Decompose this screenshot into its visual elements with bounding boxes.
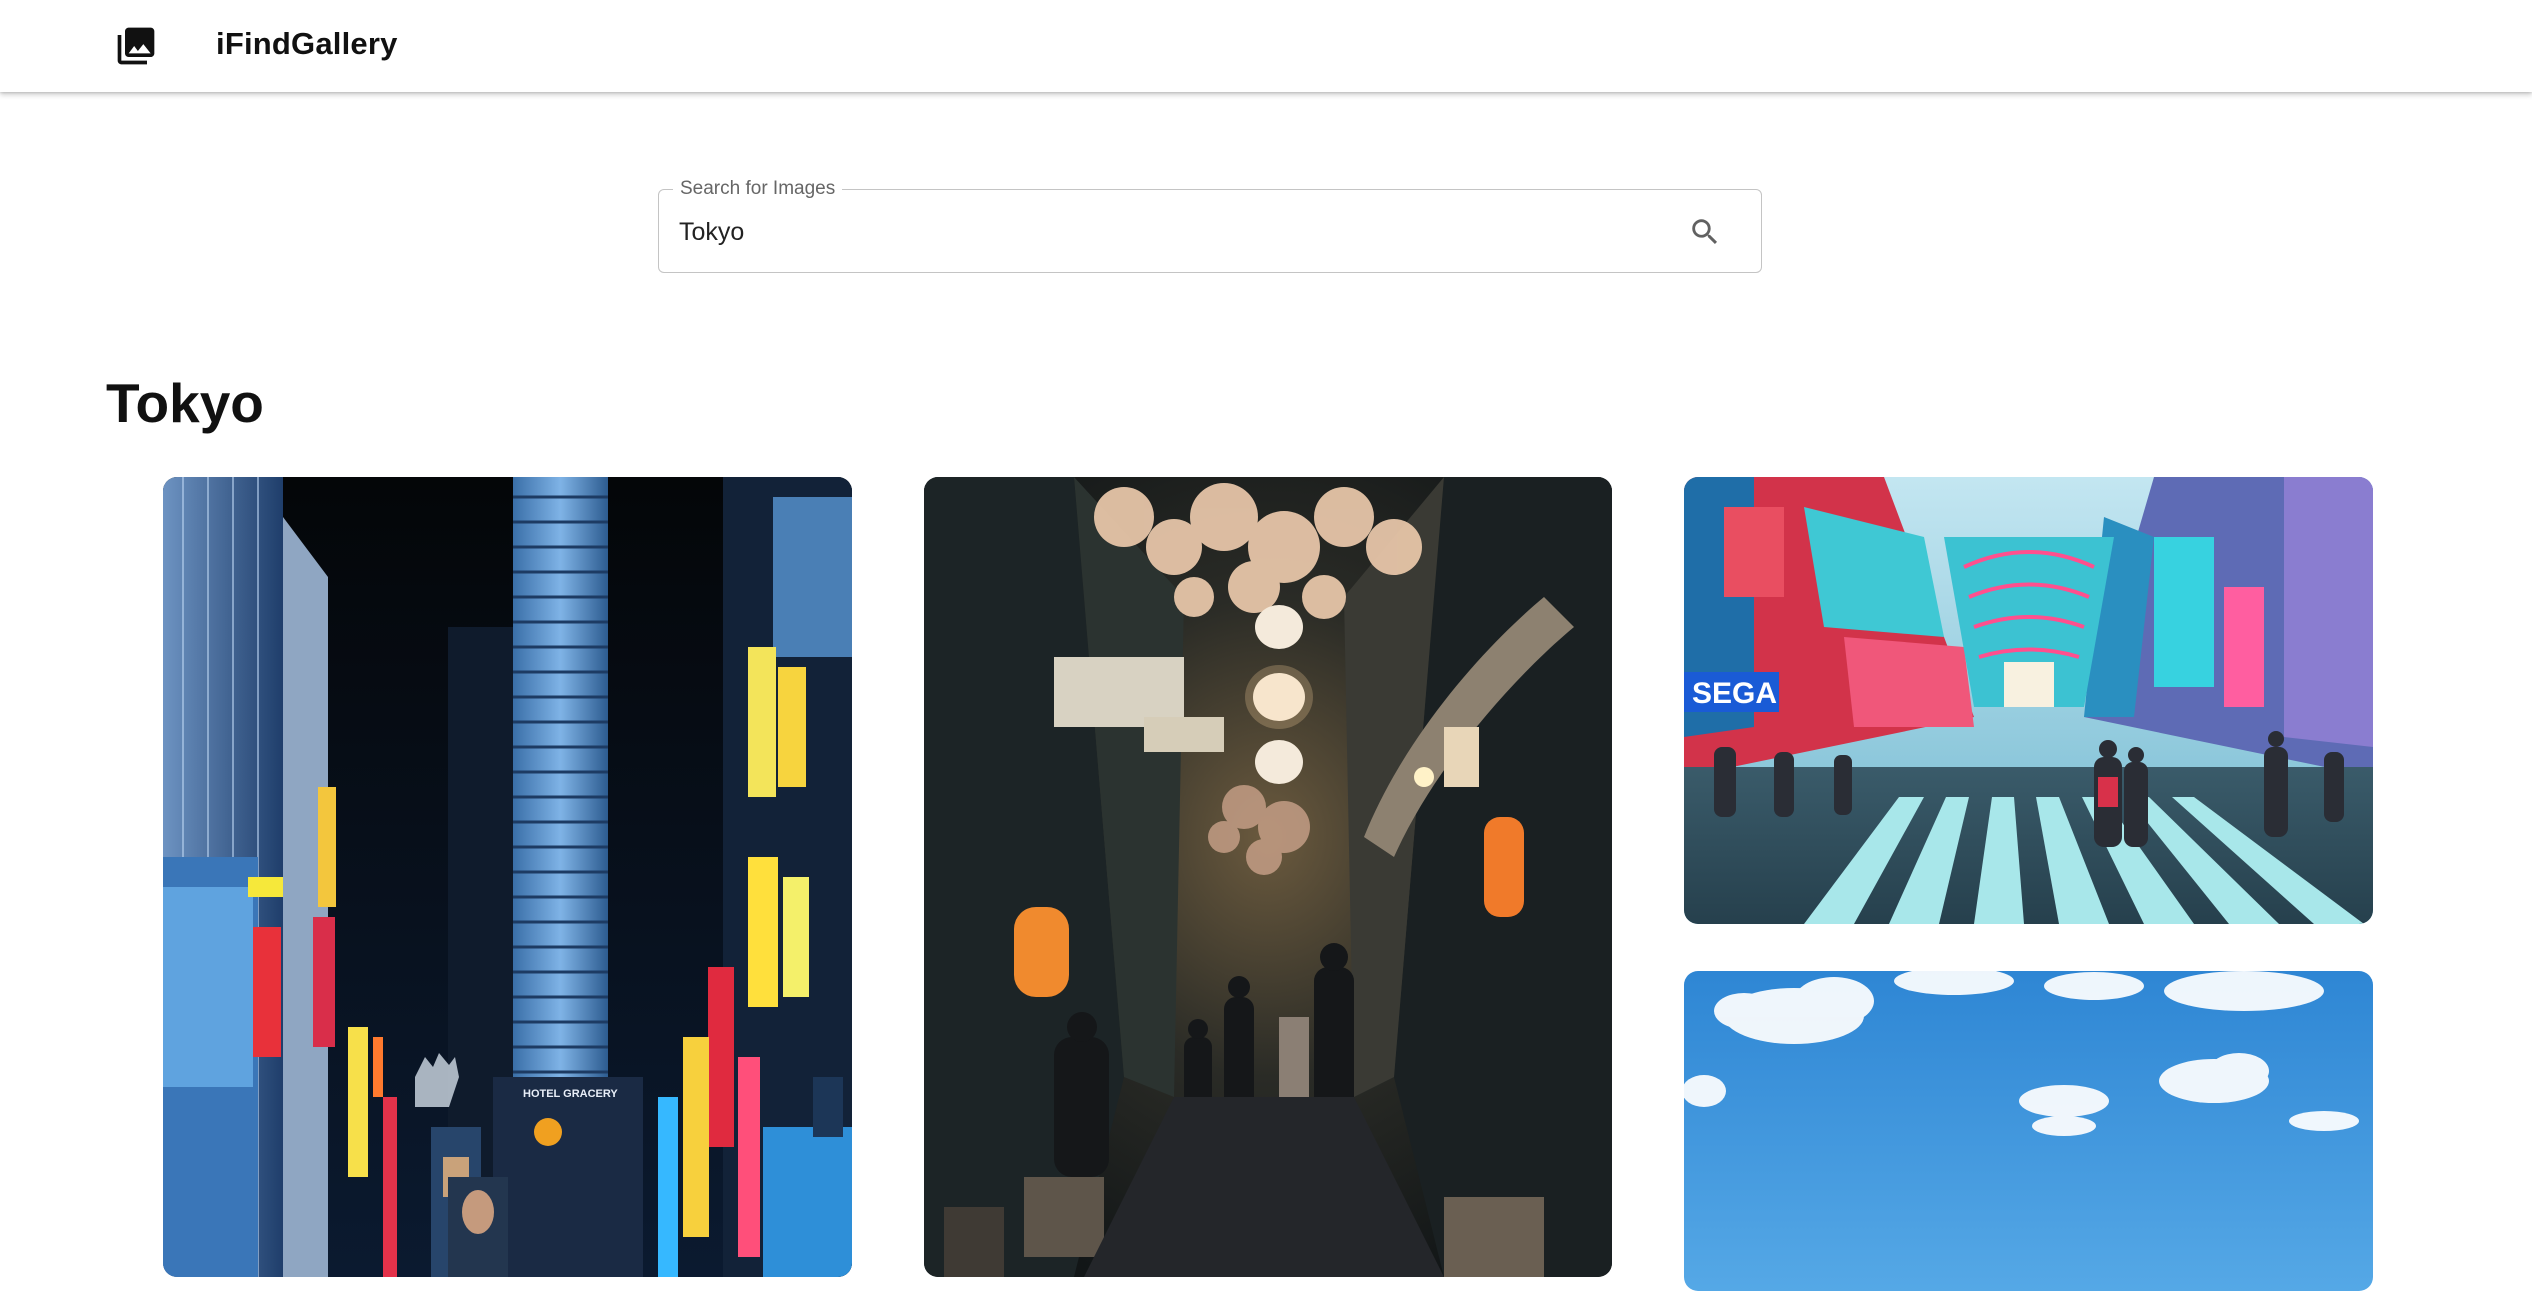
neon-crosswalk-image: SEGA [1684,477,2373,924]
search-icon[interactable] [1683,210,1727,254]
sega-sign-text: SEGA [1692,677,1777,710]
search-input[interactable] [679,210,1599,254]
search-field: Search for Images [658,178,1762,273]
search-label: Search for Images [673,178,843,200]
app-title[interactable]: iFindGallery [216,26,398,62]
gallery-image-lantern-alley[interactable] [924,477,1612,1277]
app-bar: iFindGallery [0,0,2532,92]
neon-street-image: HOTEL GRACERY [163,477,852,1277]
gallery-image-neon-crosswalk[interactable]: SEGA [1684,477,2373,924]
gallery-image-neon-street[interactable]: HOTEL GRACERY [163,477,852,1277]
gallery-image-blue-sky[interactable] [1684,971,2373,1291]
hotel-sign-text: HOTEL GRACERY [523,1088,618,1100]
photo-library-icon[interactable] [114,24,158,68]
blue-sky-image [1684,971,2373,1291]
lantern-alley-image [924,477,1612,1277]
results-heading: Tokyo [106,372,264,434]
